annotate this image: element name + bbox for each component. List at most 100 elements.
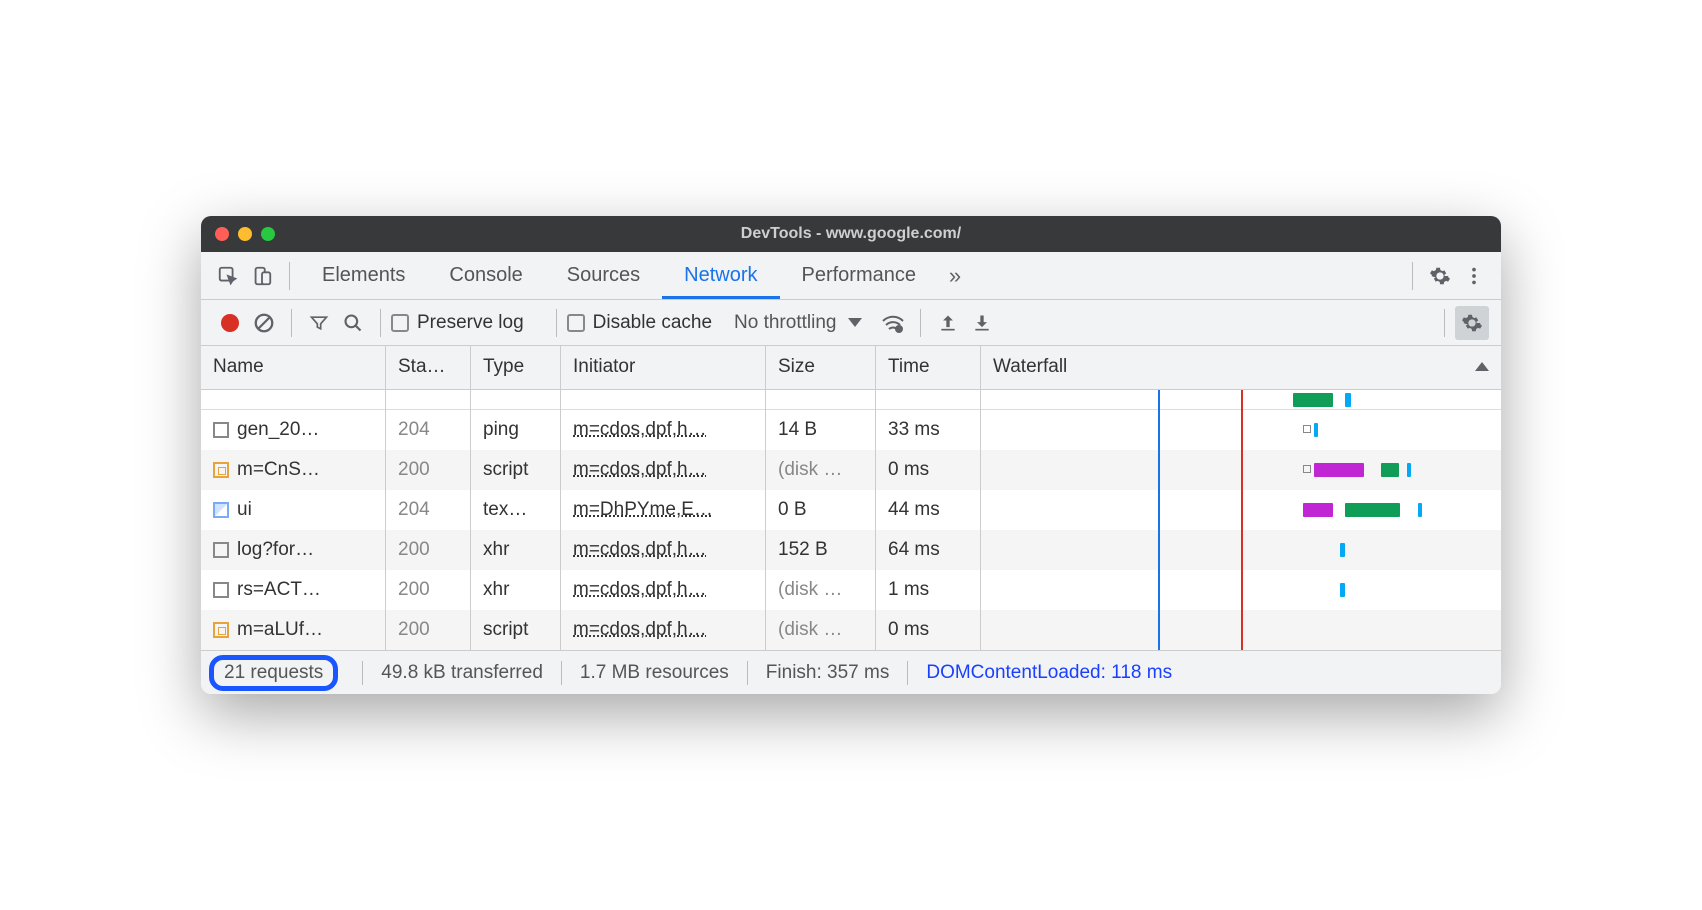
waterfall-cell: [981, 490, 1501, 530]
request-time: 1 ms: [876, 570, 981, 610]
waterfall-cell: [981, 570, 1501, 610]
waterfall-cell: [981, 530, 1501, 570]
request-time: 0 ms: [876, 450, 981, 490]
file-type-icon: [213, 422, 229, 438]
file-type-icon: [213, 542, 229, 558]
kebab-menu-icon[interactable]: [1457, 259, 1491, 293]
filter-icon[interactable]: [302, 306, 336, 340]
request-status: 200: [386, 450, 471, 490]
request-time: 64 ms: [876, 530, 981, 570]
waterfall-cell: [981, 610, 1501, 650]
table-body: gen_20… 204 ping m=cdos,dpf,h… 14 B 33 m…: [201, 410, 1501, 650]
request-initiator[interactable]: m=cdos,dpf,h…: [573, 459, 707, 481]
more-tabs-icon[interactable]: »: [938, 259, 972, 293]
preserve-log-checkbox[interactable]: Preserve log: [391, 312, 524, 334]
table-row[interactable]: m=CnS… 200 script m=cdos,dpf,h… (disk … …: [201, 450, 1501, 490]
preserve-log-label: Preserve log: [417, 312, 524, 334]
request-name: rs=ACT…: [237, 579, 321, 601]
request-initiator[interactable]: m=DhPYme,E…: [573, 499, 713, 521]
request-type: script: [471, 610, 561, 650]
disable-cache-checkbox[interactable]: Disable cache: [567, 312, 712, 334]
window-title: DevTools - www.google.com/: [201, 225, 1501, 243]
request-size: 14 B: [766, 410, 876, 450]
waterfall-cell: [981, 410, 1501, 450]
table-row[interactable]: rs=ACT… 200 xhr m=cdos,dpf,h… (disk … 1 …: [201, 570, 1501, 610]
file-type-icon: [213, 462, 229, 478]
file-type-icon: [213, 622, 229, 638]
search-icon[interactable]: [336, 306, 370, 340]
device-toolbar-icon[interactable]: [245, 259, 279, 293]
status-bar: 21 requests 49.8 kB transferred 1.7 MB r…: [201, 650, 1501, 694]
request-size: 0 B: [766, 490, 876, 530]
request-name: log?for…: [237, 539, 314, 561]
waterfall-cell: [981, 450, 1501, 490]
column-initiator[interactable]: Initiator: [561, 346, 766, 389]
column-waterfall[interactable]: Waterfall: [981, 346, 1501, 389]
request-status: 200: [386, 530, 471, 570]
throttling-label: No throttling: [734, 312, 836, 334]
table-row[interactable]: m=aLUf… 200 script m=cdos,dpf,h… (disk ……: [201, 610, 1501, 650]
upload-har-icon[interactable]: [931, 306, 965, 340]
chevron-down-icon: [848, 318, 862, 327]
request-size: 152 B: [766, 530, 876, 570]
devtools-window: DevTools - www.google.com/ Elements Cons…: [201, 216, 1501, 694]
column-name[interactable]: Name: [201, 346, 386, 389]
waterfall-overview: [201, 390, 1501, 410]
request-size: (disk …: [766, 570, 876, 610]
column-type[interactable]: Type: [471, 346, 561, 389]
tab-sources[interactable]: Sources: [545, 252, 662, 299]
request-status: 204: [386, 490, 471, 530]
inspect-element-icon[interactable]: [211, 259, 245, 293]
request-type: script: [471, 450, 561, 490]
record-button[interactable]: [213, 306, 247, 340]
request-initiator[interactable]: m=cdos,dpf,h…: [573, 619, 707, 641]
titlebar: DevTools - www.google.com/: [201, 216, 1501, 252]
request-status: 200: [386, 610, 471, 650]
network-table: Name Sta… Type Initiator Size Time Water…: [201, 346, 1501, 650]
request-type: ping: [471, 410, 561, 450]
sort-ascending-icon: [1475, 362, 1489, 371]
table-row[interactable]: gen_20… 204 ping m=cdos,dpf,h… 14 B 33 m…: [201, 410, 1501, 450]
settings-gear-icon[interactable]: [1423, 259, 1457, 293]
table-header-row: Name Sta… Type Initiator Size Time Water…: [201, 346, 1501, 390]
status-transferred: 49.8 kB transferred: [381, 662, 543, 684]
column-size[interactable]: Size: [766, 346, 876, 389]
file-type-icon: [213, 582, 229, 598]
clear-icon[interactable]: [247, 306, 281, 340]
network-conditions-icon[interactable]: [876, 306, 910, 340]
tab-performance[interactable]: Performance: [780, 252, 939, 299]
request-initiator[interactable]: m=cdos,dpf,h…: [573, 579, 707, 601]
request-status: 200: [386, 570, 471, 610]
request-status: 204: [386, 410, 471, 450]
download-har-icon[interactable]: [965, 306, 999, 340]
request-time: 0 ms: [876, 610, 981, 650]
request-name: ui: [237, 499, 252, 521]
table-row[interactable]: log?for… 200 xhr m=cdos,dpf,h… 152 B 64 …: [201, 530, 1501, 570]
column-time[interactable]: Time: [876, 346, 981, 389]
status-resources: 1.7 MB resources: [580, 662, 729, 684]
column-status[interactable]: Sta…: [386, 346, 471, 389]
table-row[interactable]: ui 204 tex… m=DhPYme,E… 0 B 44 ms: [201, 490, 1501, 530]
throttling-dropdown[interactable]: No throttling: [734, 312, 862, 334]
request-initiator[interactable]: m=cdos,dpf,h…: [573, 539, 707, 561]
main-tabs-bar: Elements Console Sources Network Perform…: [201, 252, 1501, 300]
tab-console[interactable]: Console: [427, 252, 544, 299]
status-requests: 21 requests: [209, 655, 338, 691]
status-finish: Finish: 357 ms: [766, 662, 890, 684]
file-type-icon: [213, 502, 229, 518]
request-initiator[interactable]: m=cdos,dpf,h…: [573, 419, 707, 441]
network-toolbar: Preserve log Disable cache No throttling: [201, 300, 1501, 346]
tab-network[interactable]: Network: [662, 252, 779, 299]
tab-elements[interactable]: Elements: [300, 252, 427, 299]
request-time: 44 ms: [876, 490, 981, 530]
request-name: m=CnS…: [237, 459, 320, 481]
request-type: tex…: [471, 490, 561, 530]
disable-cache-label: Disable cache: [593, 312, 712, 334]
request-size: (disk …: [766, 450, 876, 490]
request-type: xhr: [471, 570, 561, 610]
request-type: xhr: [471, 530, 561, 570]
request-name: gen_20…: [237, 419, 319, 441]
request-size: (disk …: [766, 610, 876, 650]
network-settings-gear-icon[interactable]: [1455, 306, 1489, 340]
status-domcontentloaded: DOMContentLoaded: 118 ms: [926, 662, 1172, 684]
